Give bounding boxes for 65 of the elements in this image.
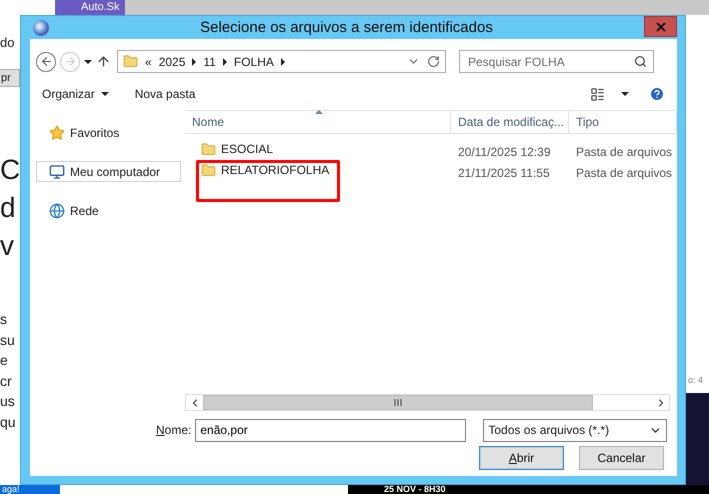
- address-bar[interactable]: « 2025 11 FOLHA: [117, 50, 446, 73]
- horizontal-scrollbar[interactable]: [185, 394, 670, 411]
- file-name-label: Nome:: [156, 423, 192, 437]
- network-icon: [49, 202, 65, 218]
- computer-icon: [49, 164, 65, 180]
- nav-pane-item[interactable]: Meu computador: [36, 161, 181, 182]
- page-heading: C: [0, 153, 20, 187]
- new-folder-button[interactable]: Nova pasta: [134, 87, 196, 101]
- type-cell-text: Pasta de arquivos: [575, 165, 674, 182]
- folder-icon: [123, 54, 138, 69]
- search-icon[interactable]: [634, 55, 647, 68]
- refresh-icon[interactable]: [427, 55, 440, 68]
- up-button[interactable]: [96, 54, 111, 69]
- date-cell-text: 21/11/2025 11:55: [457, 165, 551, 182]
- nav-pane-item[interactable]: Favoritos: [36, 122, 181, 143]
- overflow-chevron[interactable]: «: [145, 54, 152, 68]
- close-button[interactable]: [644, 16, 677, 37]
- star-icon: [49, 124, 65, 140]
- history-dropdown[interactable]: [84, 60, 92, 64]
- app-icon: [33, 20, 49, 36]
- page-text: e: [0, 351, 8, 370]
- view-icon[interactable]: [590, 86, 605, 102]
- page-text: do: [0, 34, 14, 52]
- back-button[interactable]: [36, 52, 56, 72]
- breadcrumb-item[interactable]: 2025: [158, 54, 186, 68]
- file-name-field[interactable]: enão,por: [195, 418, 466, 442]
- view-dropdown[interactable]: [621, 92, 629, 96]
- dialog-button[interactable]: Abrir: [479, 446, 564, 470]
- browser-tab[interactable]: Auto.Sk: [55, 0, 125, 15]
- organize-menu[interactable]: Organizar: [42, 87, 109, 101]
- folder-icon: [201, 163, 216, 178]
- window-title: Selecione os arquivos a serem identificados: [199, 19, 494, 36]
- file-name[interactable]: ESOCIAL: [221, 142, 274, 157]
- column-header[interactable]: Tipo: [569, 111, 677, 133]
- page-heading: d: [0, 191, 16, 225]
- file-name[interactable]: RELATORIOFOLHA: [221, 163, 330, 178]
- dialog-button[interactable]: Cancelar: [579, 446, 664, 470]
- date-cell-text: 20/11/2025 12:39: [457, 144, 552, 161]
- page-heading: v: [0, 229, 14, 263]
- breadcrumb-arrow-icon[interactable]: [222, 58, 227, 66]
- nav-pane-item[interactable]: Rede: [36, 200, 181, 221]
- folder-icon: [201, 142, 216, 157]
- column-header[interactable]: Data de modificaç...: [451, 111, 569, 133]
- back-icon[interactable]: [40, 55, 52, 68]
- page-text: su: [0, 330, 15, 350]
- file-type-dropdown[interactable]: Todos os arquivos (*.*): [483, 418, 668, 442]
- page-button[interactable]: pr: [0, 69, 20, 87]
- breadcrumb-arrow-icon[interactable]: [280, 58, 285, 66]
- column-header[interactable]: Nome: [185, 111, 451, 133]
- breadcrumb-item[interactable]: 11: [203, 54, 216, 68]
- banner-text: 25 NOV - 8H30: [384, 485, 446, 494]
- page-note: o: 4: [687, 375, 704, 385]
- page-text: s: [0, 310, 7, 329]
- search-field[interactable]: Pesquisar FOLHA: [459, 50, 654, 73]
- page-text: us: [0, 392, 15, 411]
- breadcrumb-arrow-icon[interactable]: [192, 58, 196, 66]
- close-icon[interactable]: [654, 20, 668, 34]
- page-text: qu: [0, 412, 16, 432]
- help-icon[interactable]: [649, 86, 665, 102]
- page-text: cr: [0, 372, 12, 390]
- scroll-thumb[interactable]: [203, 395, 593, 410]
- sort-arrow-icon: [315, 110, 323, 114]
- type-cell-text: Pasta de arquivos: [575, 144, 674, 161]
- breadcrumb-item[interactable]: FOLHA: [234, 54, 274, 68]
- page-cta-button[interactable]: aga!: [0, 485, 60, 494]
